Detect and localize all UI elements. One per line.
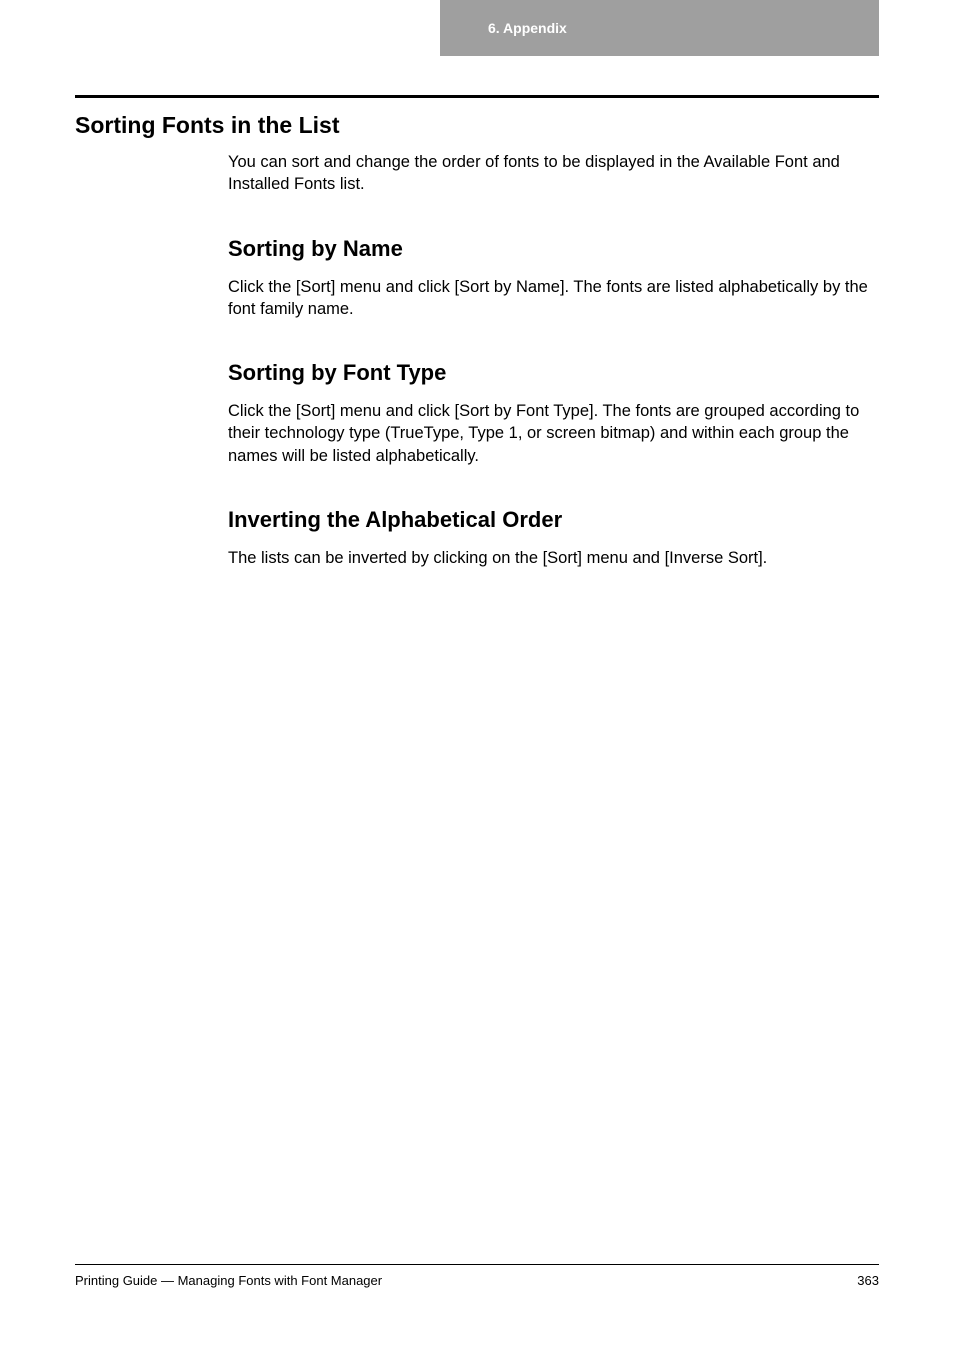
section-heading: Inverting the Alphabetical Order [228, 507, 879, 533]
intro-paragraph: You can sort and change the order of fon… [228, 151, 879, 196]
section-heading: Sorting by Font Type [228, 360, 879, 386]
section-body: The lists can be inverted by clicking on… [228, 547, 879, 569]
section-heading: Sorting by Name [228, 236, 879, 262]
footer-row: Printing Guide — Managing Fonts with Fon… [75, 1273, 879, 1288]
footer-rule [75, 1264, 879, 1265]
header-tab: 6. Appendix [440, 0, 879, 56]
footer-page-number: 363 [857, 1273, 879, 1288]
section-body: Click the [Sort] menu and click [Sort by… [228, 276, 879, 321]
page-title: Sorting Fonts in the List [75, 112, 879, 139]
chapter-label: 6. Appendix [488, 20, 567, 36]
section-body: Click the [Sort] menu and click [Sort by… [228, 400, 879, 467]
title-rule [75, 95, 879, 98]
page-footer: Printing Guide — Managing Fonts with Fon… [75, 1264, 879, 1288]
page-content: Sorting Fonts in the List You can sort a… [75, 95, 879, 577]
body-block: You can sort and change the order of fon… [228, 151, 879, 569]
footer-doc-title: Printing Guide — Managing Fonts with Fon… [75, 1273, 382, 1288]
